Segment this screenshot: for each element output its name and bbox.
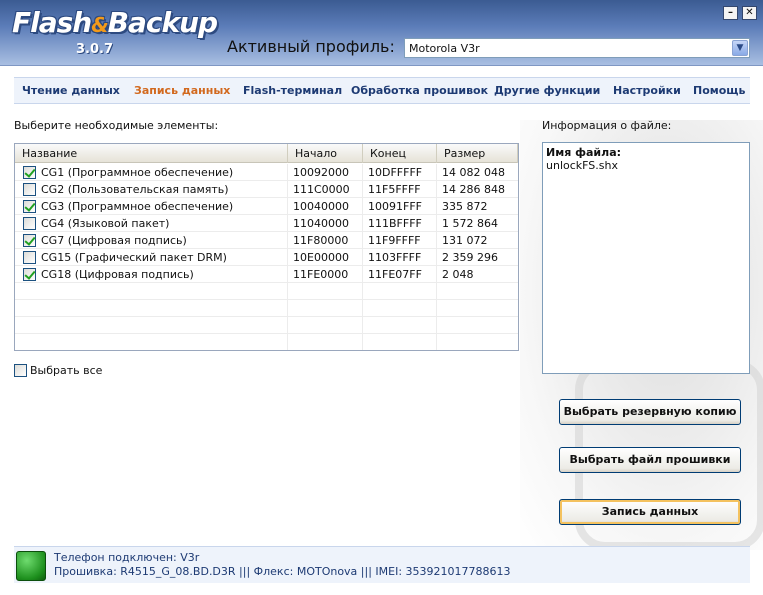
app-version: 3.0.7 [76,42,114,57]
cell-name: CG15 (Графический пакет DRM) [15,249,288,266]
row-name: CG15 (Графический пакет DRM) [41,251,227,264]
table-header: Название Начало Конец Размер [15,144,518,163]
row-name: CG1 (Программное обеспечение) [41,166,234,179]
row-checkbox[interactable] [23,251,36,264]
menu-item-read[interactable]: Чтение данных [22,84,120,97]
cell-end: 11FE07FF [363,266,437,283]
cell-size: 14 082 048 [442,166,505,179]
row-checkbox[interactable] [23,234,36,247]
cell-start: 10E00000 [288,249,363,266]
file-name-value: unlockFS.shx [546,159,618,172]
table-row[interactable]: CG2 (Пользовательская память) 111C0000 11F… [15,181,518,198]
active-profile-select[interactable]: Motorola V3r ▼ [404,38,750,58]
cell-size: 14 286 848 [442,183,505,196]
cell-name: CG1 (Программное обеспечение) [15,164,288,181]
cell-end: 10DFFFFF [363,164,437,181]
table-row[interactable]: CG4 (Языковой пакет) 11040000 111BFFFF 1 57… [15,215,518,232]
table-row[interactable]: CG3 (Программное обеспечение) 10040000 100… [15,198,518,215]
elements-prompt: Выберите необходимые элементы: [14,119,219,132]
status-phone-connected: Телефон подключен: V3r [54,551,200,564]
row-name: CG18 (Цифровая подпись) [41,268,194,281]
table-row[interactable]: CG18 (Цифровая подпись) 11FE0000 11FE07FF 2… [15,266,518,283]
row-checkbox[interactable] [23,200,36,213]
connection-status-icon [16,551,46,581]
table-row[interactable]: CG15 (Графический пакет DRM) 10E00000 1103… [15,249,518,266]
close-button[interactable]: ✕ [742,6,757,20]
cell-start: 10040000 [288,198,363,215]
row-checkbox[interactable] [23,183,36,196]
column-header-name[interactable]: Название [15,144,288,163]
active-profile-label: Активный профиль: [227,37,395,56]
active-profile-value: Motorola V3r [409,42,480,55]
cell-end: 10091FFF [363,198,437,215]
row-name: CG4 (Языковой пакет) [41,217,170,230]
cell-start: 10092000 [288,164,363,181]
app-header: Flash&Backup 3.0.7 Активный профиль: Mot… [0,0,763,66]
cell-size: 2 048 [442,268,474,281]
select-all-label[interactable]: Выбрать все [30,364,102,377]
select-all-checkbox[interactable] [14,364,27,377]
menu-item-firmware-processing[interactable]: Обработка прошивок [351,84,488,97]
cell-size: 1 572 864 [442,217,498,230]
file-name-label: Имя файла: [546,146,622,159]
menu-item-other-functions[interactable]: Другие функции [494,84,600,97]
cell-name: CG2 (Пользовательская память) [15,181,288,198]
app-logo: Flash&Backup 3.0.7 [8,6,218,62]
cell-size: 131 072 [442,234,488,247]
empty-row [15,283,518,300]
file-info-title: Информация о файле: [542,119,672,132]
status-bar: Телефон подключен: V3r Прошивка: R4515_G… [14,546,750,583]
cell-start: 111C0000 [288,181,363,198]
menu-item-write[interactable]: Запись данных [134,84,230,97]
row-checkbox[interactable] [23,217,36,230]
cell-start: 11FE0000 [288,266,363,283]
menu-item-settings[interactable]: Настройки [613,84,681,97]
cell-name: CG3 (Программное обеспечение) [15,198,288,215]
cell-name: CG7 (Цифровая подпись) [15,232,288,249]
cell-name: CG18 (Цифровая подпись) [15,266,288,283]
cell-size: 335 872 [442,200,488,213]
select-firmware-button[interactable]: Выбрать файл прошивки [559,447,741,473]
file-info-box: Имя файла: unlockFS.shx [542,142,750,374]
cell-size: 2 359 296 [442,251,498,264]
column-header-start[interactable]: Начало [288,144,363,163]
logo-text: Flash&Backup [12,6,218,39]
chevron-down-icon[interactable]: ▼ [732,40,748,56]
column-header-end[interactable]: Конец [363,144,437,163]
menu-item-help[interactable]: Помощь [693,84,745,97]
empty-row [15,300,518,317]
write-data-button[interactable]: Запись данных [559,499,741,525]
main-menu: Чтение данных Запись данных Flash-термин… [14,77,750,104]
menu-item-flash-terminal[interactable]: Flash-терминал [243,84,342,97]
select-backup-button[interactable]: Выбрать резервную копию [559,399,741,425]
table-row[interactable]: CG1 (Программное обеспечение) 10092000 10D… [15,164,518,181]
cell-name: CG4 (Языковой пакет) [15,215,288,232]
elements-table: Название Начало Конец Размер CG1 (Програ… [14,143,519,351]
status-firmware-info: Прошивка: R4515_G_08.BD.D3R ||| Флекс: M… [54,565,511,578]
empty-row [15,334,518,350]
cell-end: 11F5FFFF [363,181,437,198]
empty-row [15,317,518,334]
cell-start: 11040000 [288,215,363,232]
row-checkbox[interactable] [23,268,36,281]
column-header-size[interactable]: Размер [437,144,518,163]
cell-end: 1103FFFF [363,249,437,266]
row-name: CG7 (Цифровая подпись) [41,234,187,247]
row-name: CG2 (Пользовательская память) [41,183,229,196]
minimize-button[interactable]: – [723,6,738,20]
cell-start: 11F80000 [288,232,363,249]
table-row[interactable]: CG7 (Цифровая подпись) 11F80000 11F9FFFF 13… [15,232,518,249]
cell-end: 111BFFFF [363,215,437,232]
cell-end: 11F9FFFF [363,232,437,249]
row-name: CG3 (Программное обеспечение) [41,200,234,213]
row-checkbox[interactable] [23,166,36,179]
